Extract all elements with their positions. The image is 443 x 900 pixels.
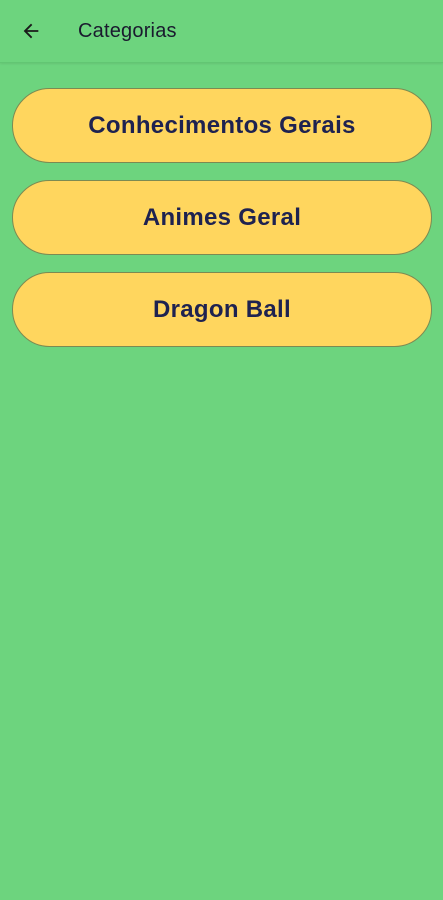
category-label: Conhecimentos Gerais bbox=[88, 111, 356, 139]
back-button[interactable] bbox=[0, 0, 62, 62]
app-bar: Categorias bbox=[0, 0, 443, 63]
category-list: Conhecimentos Gerais Animes Geral Dragon… bbox=[12, 88, 432, 364]
category-button-conhecimentos-gerais[interactable]: Conhecimentos Gerais bbox=[12, 88, 432, 163]
category-button-dragon-ball[interactable]: Dragon Ball bbox=[12, 272, 432, 347]
category-label: Animes Geral bbox=[142, 203, 302, 231]
page-title: Categorias bbox=[78, 19, 177, 42]
category-label: Dragon Ball bbox=[153, 295, 291, 323]
arrow-left-icon bbox=[23, 23, 39, 39]
category-button-animes-geral[interactable]: Animes Geral bbox=[12, 180, 432, 255]
